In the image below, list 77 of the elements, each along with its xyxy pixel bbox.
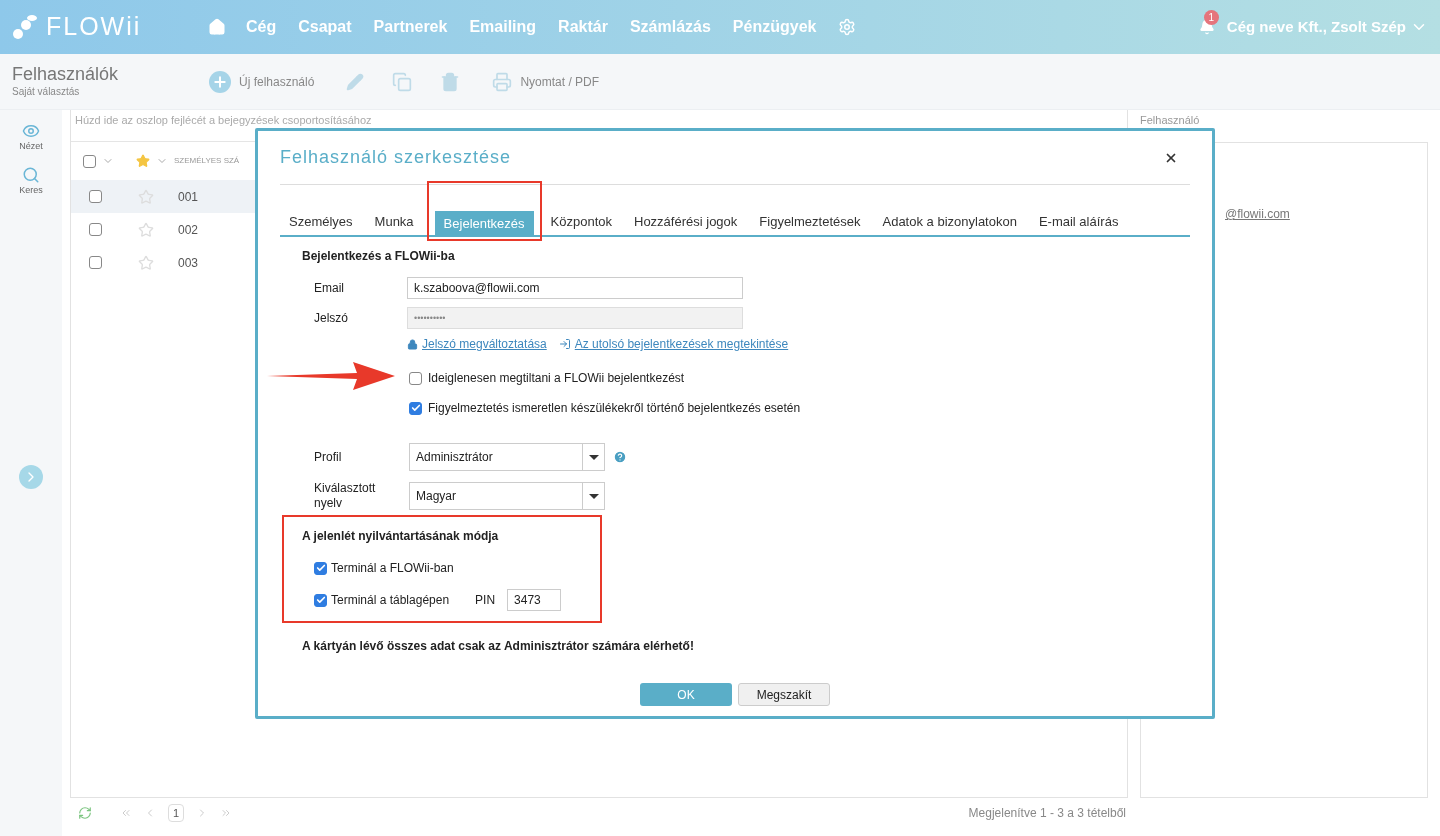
option-label: Ideiglenesen megtiltani a FLOWii bejelentkezést	[428, 370, 685, 387]
cancel-button[interactable]: Megszakít	[738, 683, 830, 706]
lock-icon	[407, 338, 418, 350]
expand-chevron-icon[interactable]	[19, 465, 43, 489]
dialog-title: Felhasználó szerkesztése	[280, 146, 512, 169]
sidebar-item[interactable]: Nézet	[19, 122, 43, 154]
panel-title: Felhasználó	[1140, 113, 1201, 128]
language-select[interactable]: Magyar	[409, 482, 605, 510]
help-icon[interactable]	[613, 450, 627, 464]
caret-icon	[588, 454, 599, 460]
option-label: Terminál a FLOWii-ban	[331, 560, 454, 577]
option-label: Figyelmeztetés ismeretlen készülékekről történő bejelentkezés esetén	[428, 400, 801, 417]
eye-icon	[22, 122, 40, 140]
star-icon[interactable]	[138, 221, 154, 238]
table-cell-text: 002	[178, 221, 199, 239]
star-icon[interactable]	[138, 254, 154, 271]
new-user-button[interactable]: Új felhasználó	[209, 70, 315, 93]
field-label: Jelszó	[314, 310, 349, 327]
printer-icon	[492, 71, 513, 92]
tab[interactable]: Figyelmeztetések	[750, 209, 870, 235]
settings-icon[interactable]	[838, 18, 857, 36]
page-number[interactable]: 1	[168, 803, 185, 823]
checkbox[interactable]	[409, 401, 422, 415]
checkbox[interactable]	[89, 223, 102, 236]
field-label: Kiválasztott nyelv	[314, 481, 377, 511]
drops-logo-icon	[12, 14, 38, 40]
search-icon	[22, 165, 40, 184]
column-header[interactable]: SZEMÉLYES SZÁ	[174, 155, 240, 167]
section-title: Bejelentkezés a FLOWii-ba	[302, 248, 456, 265]
copy-icon[interactable]	[392, 71, 413, 92]
info-note: A kártyán lévő összes adat csak az Adminisztrátor számára elérhető!	[302, 638, 695, 655]
logo-text: FLOWii	[46, 11, 142, 43]
tab[interactable]: Adatok a bizonylatokon	[873, 209, 1026, 235]
tab[interactable]: E-mail aláírás	[1029, 209, 1128, 235]
refresh-icon[interactable]	[78, 806, 92, 820]
home-icon[interactable]	[208, 18, 226, 36]
sidebar-item[interactable]: Keres	[19, 165, 43, 197]
tab[interactable]: Hozzáférési jogok	[625, 209, 747, 235]
checkbox[interactable]	[83, 154, 96, 168]
tab[interactable]: Munka	[365, 209, 423, 235]
checkbox[interactable]	[89, 190, 102, 203]
checkbox[interactable]	[314, 593, 327, 607]
paging-summary: Megjelenítve 1 - 3 a 3 tételből	[968, 805, 1126, 822]
link[interactable]: Az utolsó bejelentkezések megtekintése	[574, 335, 789, 353]
star-icon[interactable]	[136, 154, 150, 168]
page-title: Felhasználók	[12, 64, 120, 84]
check-icon	[315, 595, 326, 605]
checkbox[interactable]	[89, 256, 102, 269]
tab[interactable]: Személyes	[280, 209, 362, 235]
email-field[interactable]: k.szaboova@flowii.com	[407, 277, 743, 299]
first-page-icon[interactable]	[120, 807, 132, 819]
email-link[interactable]: @flowii.com	[1225, 207, 1290, 221]
star-icon[interactable]	[138, 188, 154, 205]
option-label: Terminál a táblagépen	[331, 592, 450, 609]
check-icon	[410, 403, 421, 413]
check-icon	[315, 563, 326, 573]
field-label: Profil	[314, 449, 343, 466]
pencil-icon[interactable]	[346, 72, 365, 91]
section-title: A jelenlét nyilvántartásának módja	[302, 528, 500, 545]
link[interactable]: Jelszó megváltoztatása	[422, 335, 547, 353]
profile-select[interactable]: Adminisztrátor	[409, 443, 605, 471]
tab[interactable]: Központok	[541, 209, 621, 235]
pin-field[interactable]: 3473	[507, 589, 562, 611]
tab[interactable]: Bejelentkezés	[434, 211, 534, 237]
sign-in-icon	[558, 338, 571, 350]
field-label: Email	[314, 280, 345, 297]
field-label: PIN	[475, 592, 496, 609]
checkbox[interactable]	[409, 371, 422, 385]
table-cell-text: 001	[178, 188, 199, 206]
checkbox[interactable]	[314, 561, 327, 575]
table-cell-text: 003	[178, 254, 199, 272]
page-subtitle: Saját választás	[12, 85, 81, 99]
ok-button[interactable]: OK	[640, 683, 732, 706]
trash-icon[interactable]	[440, 71, 461, 92]
print-button[interactable]: Nyomtat / PDF	[492, 71, 600, 92]
caret-icon	[588, 493, 599, 499]
notification-count: 1	[1203, 10, 1219, 25]
